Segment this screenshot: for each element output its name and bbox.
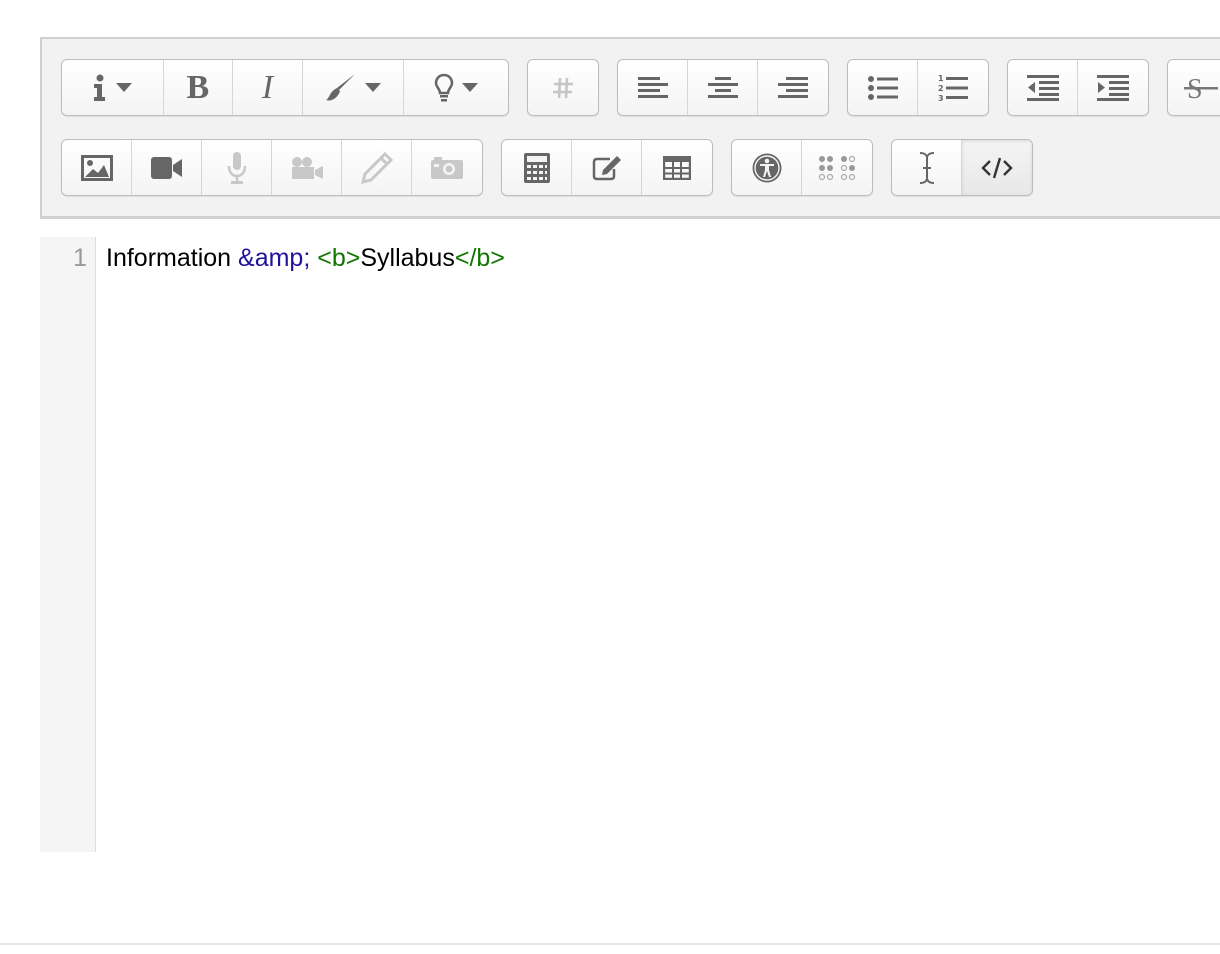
brush-icon [326, 73, 356, 101]
table-button[interactable] [642, 140, 712, 195]
audio-button[interactable] [202, 140, 272, 195]
italic-button[interactable]: I [233, 60, 303, 115]
svg-text:2: 2 [938, 84, 944, 93]
image-icon [80, 154, 113, 181]
video-record-button[interactable] [272, 140, 342, 195]
camera-icon [431, 156, 463, 179]
divider [0, 943, 1220, 945]
edit-button[interactable] [572, 140, 642, 195]
draw-button[interactable] [342, 140, 412, 195]
font-color-button[interactable] [303, 60, 405, 115]
text-style-group: B I [61, 59, 509, 116]
indent-group [1007, 59, 1149, 116]
indent-icon [1097, 74, 1129, 101]
media-group [61, 139, 483, 196]
source-group [891, 139, 1033, 196]
chevron-down-icon [462, 83, 479, 92]
lightbulb-icon [434, 73, 454, 101]
braille-icon [818, 155, 856, 180]
align-center-icon [707, 76, 738, 98]
video-button[interactable] [132, 140, 202, 195]
code-open-tag: <b> [317, 244, 361, 272]
calculator-button[interactable] [502, 140, 572, 195]
code-entity: &amp; [238, 244, 311, 272]
bold-icon: B [186, 68, 210, 106]
code-line[interactable]: Information &amp; <b>Syllabus</b> [106, 244, 505, 273]
indent-button[interactable] [1078, 60, 1148, 115]
html-source-button[interactable] [962, 140, 1032, 195]
highlight-button[interactable] [404, 60, 508, 115]
hashtag-group [527, 59, 599, 116]
code-close-tag: </b> [454, 244, 505, 272]
html-source-editor[interactable]: 1 Information &amp; <b>Syllabus</b> [40, 237, 1220, 852]
align-left-button[interactable] [618, 60, 688, 115]
code-icon [981, 157, 1013, 178]
strikethrough-group: S [1167, 59, 1220, 116]
lists-group: 123 [847, 59, 989, 116]
microphone-icon [227, 151, 246, 184]
unordered-list-button[interactable] [848, 60, 918, 115]
align-center-button[interactable] [688, 60, 758, 115]
hashtag-button[interactable] [528, 60, 598, 115]
text-cursor-icon [919, 151, 934, 184]
pencil-icon [360, 151, 393, 184]
line-number: 1 [73, 244, 87, 272]
outdent-button[interactable] [1008, 60, 1078, 115]
screenreader-helper-button[interactable] [802, 140, 872, 195]
table-icon [663, 155, 691, 180]
code-content: Syllabus [360, 244, 455, 272]
align-right-button[interactable] [758, 60, 828, 115]
alignment-group [617, 59, 829, 116]
chevron-down-icon [116, 83, 133, 92]
strikethrough-button[interactable]: S [1168, 60, 1220, 115]
calculator-icon [523, 152, 550, 183]
camera-button[interactable] [412, 140, 482, 195]
accessibility-group [731, 139, 873, 196]
align-right-icon [778, 76, 808, 98]
hashtag-icon [553, 77, 573, 98]
info-dropdown-button[interactable] [62, 60, 164, 115]
italic-icon: I [261, 68, 274, 106]
clear-formatting-button[interactable] [892, 140, 962, 195]
video-icon [150, 156, 182, 179]
bold-button[interactable]: B [164, 60, 234, 115]
ordered-list-icon: 123 [938, 74, 968, 102]
insert-group [501, 139, 713, 196]
code-text: Information [106, 244, 239, 272]
accessibility-checker-button[interactable] [732, 140, 802, 195]
unordered-list-icon [867, 75, 898, 100]
chevron-down-icon [365, 83, 382, 92]
align-left-icon [637, 76, 668, 98]
strikethrough-icon: S [1184, 74, 1218, 103]
svg-text:3: 3 [938, 94, 944, 102]
info-icon [94, 74, 106, 101]
ordered-list-button[interactable]: 123 [918, 60, 988, 115]
outdent-icon [1026, 74, 1059, 101]
svg-text:1: 1 [938, 74, 944, 83]
line-number-gutter: 1 [40, 237, 96, 852]
edit-icon [592, 155, 621, 180]
accessibility-icon [752, 153, 781, 182]
video-camera-icon [291, 156, 323, 179]
editor-toolbar: B I 1 2 3 S [40, 37, 1220, 219]
image-button[interactable] [62, 140, 132, 195]
